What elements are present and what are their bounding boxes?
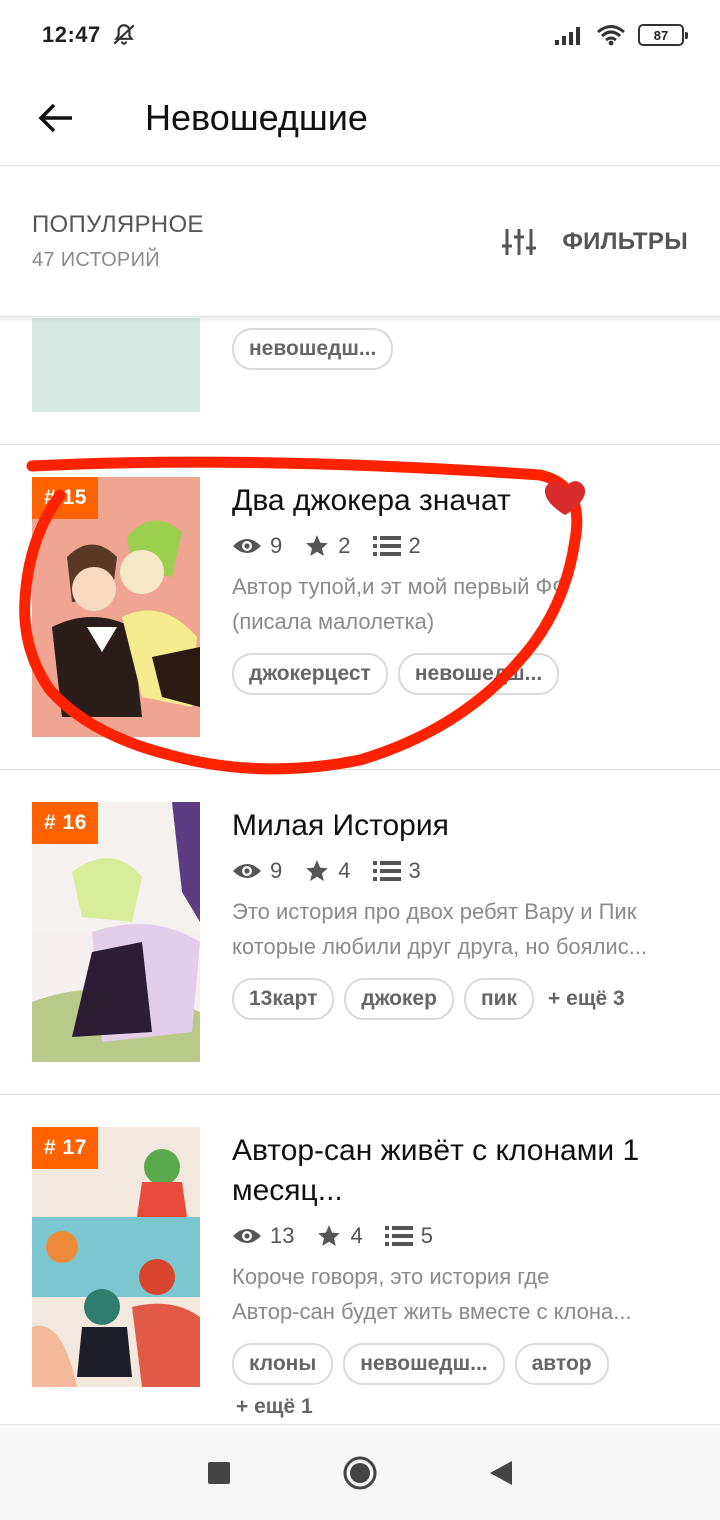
views-count: 9 — [270, 533, 283, 558]
story-title: Два джокера значат — [232, 484, 511, 517]
tag-chip[interactable]: автор — [514, 1343, 609, 1385]
tag-chip[interactable]: невошедш... — [343, 1343, 505, 1385]
story-cover: # 17 — [32, 1127, 200, 1387]
sort-selector[interactable]: ПОПУЛЯРНОЕ 47 ИСТОРИЙ — [32, 211, 204, 272]
story-description: Это история про двох ребят Вару и Пик — [232, 899, 637, 924]
wifi-icon — [597, 25, 625, 46]
back-button[interactable] — [0, 70, 112, 166]
story-stats: 13 4 5 — [232, 1221, 692, 1251]
story-cover: # 15 — [32, 477, 200, 737]
filters-label: ФИЛЬТРЫ — [562, 227, 688, 255]
star-icon — [318, 1225, 341, 1246]
status-time: 12:47 — [42, 22, 101, 47]
tag-chip[interactable]: клоны — [232, 1343, 334, 1385]
sliders-icon — [502, 228, 537, 255]
star-icon — [306, 535, 329, 556]
chapters-count: 3 — [408, 858, 421, 883]
arrow-left-icon — [38, 103, 72, 132]
story-stats: 9 2 2 — [232, 531, 692, 561]
battery-icon: 87 — [638, 24, 688, 46]
story-stats: 9 4 3 — [232, 856, 692, 886]
story-list[interactable]: невошедш... # 15 Два джокера значат 9 2 … — [0, 318, 720, 1423]
more-tags-link[interactable]: + ещё 1 — [232, 1395, 313, 1419]
views-count: 13 — [270, 1223, 295, 1248]
story-item[interactable]: # 17 Автор-сан живёт с клонами 1 месяц..… — [0, 1095, 720, 1423]
app-bar: Невошедшие — [0, 70, 720, 166]
filters-button[interactable]: ФИЛЬТРЫ — [502, 227, 688, 257]
story-tags: 13карт джокер пик + ещё 3 — [232, 978, 692, 1020]
sort-bar: ПОПУЛЯРНОЕ 47 ИСТОРИЙ ФИЛЬТРЫ — [0, 167, 720, 317]
story-item[interactable]: # 15 Два джокера значат 9 2 2 Автор тупо… — [0, 445, 720, 770]
eye-icon — [233, 539, 261, 553]
stars-count: 4 — [338, 858, 351, 883]
battery-level: 87 — [653, 27, 669, 43]
chapters-count: 2 — [408, 533, 421, 558]
tag-chip[interactable]: джокер — [344, 978, 454, 1020]
sort-mode-label: ПОПУЛЯРНОЕ — [32, 211, 204, 238]
story-cover — [32, 318, 200, 412]
recents-square-icon[interactable] — [206, 1460, 232, 1486]
story-title: месяц... — [232, 1174, 343, 1207]
signal-icon — [555, 27, 580, 45]
status-bar: 12:47 87 — [0, 0, 720, 70]
story-tags: клоны невошедш... автор + ещё 1 — [232, 1343, 692, 1419]
stars-count: 4 — [350, 1223, 363, 1248]
dnd-bell-icon — [113, 24, 135, 45]
story-title: Милая История — [232, 809, 449, 842]
rank-badge: # 16 — [32, 802, 98, 844]
more-tags-link[interactable]: + ещё 3 — [544, 987, 625, 1011]
stories-count: 47 ИСТОРИЙ — [32, 249, 160, 271]
story-description: (писала малолетка) — [232, 609, 435, 634]
eye-icon — [233, 864, 261, 878]
rank-badge: # 15 — [32, 477, 98, 519]
story-tags: джокерцест невошедш... — [232, 653, 692, 695]
chapters-count: 5 — [420, 1223, 433, 1248]
tag-chip[interactable]: пик — [463, 978, 535, 1020]
story-description: Короче говоря, это история где — [232, 1264, 550, 1289]
tag-chip[interactable]: 13карт — [232, 978, 335, 1020]
home-circle-icon[interactable] — [342, 1455, 378, 1491]
stars-count: 2 — [338, 533, 351, 558]
page-title: Невошедшие — [145, 96, 368, 138]
system-nav-bar — [0, 1424, 720, 1520]
story-item[interactable]: невошедш... — [0, 318, 720, 445]
story-description: которые любили друг друга, но боялис... — [232, 934, 648, 959]
chapters-list-icon — [372, 861, 401, 881]
star-icon — [306, 860, 329, 881]
story-item[interactable]: # 16 Милая История 9 4 3 Это история про… — [0, 770, 720, 1095]
chapters-list-icon — [372, 536, 401, 556]
story-tags: невошедш... — [232, 328, 692, 370]
story-title: Автор-сан живёт с клонами 1 — [232, 1134, 640, 1167]
story-description: Автор тупой,и эт мой первый ФФ — [232, 574, 569, 599]
back-triangle-icon[interactable] — [488, 1459, 514, 1487]
rank-badge: # 17 — [32, 1127, 98, 1169]
views-count: 9 — [270, 858, 283, 883]
chapters-list-icon — [384, 1226, 413, 1246]
story-cover: # 16 — [32, 802, 200, 1062]
tag-chip[interactable]: джокерцест — [232, 653, 388, 695]
eye-icon — [233, 1229, 261, 1243]
tag-chip[interactable]: невошедш... — [232, 328, 394, 370]
tag-chip[interactable]: невошедш... — [397, 653, 560, 695]
story-description: Автор-сан будет жить вместе с клона... — [232, 1299, 632, 1324]
